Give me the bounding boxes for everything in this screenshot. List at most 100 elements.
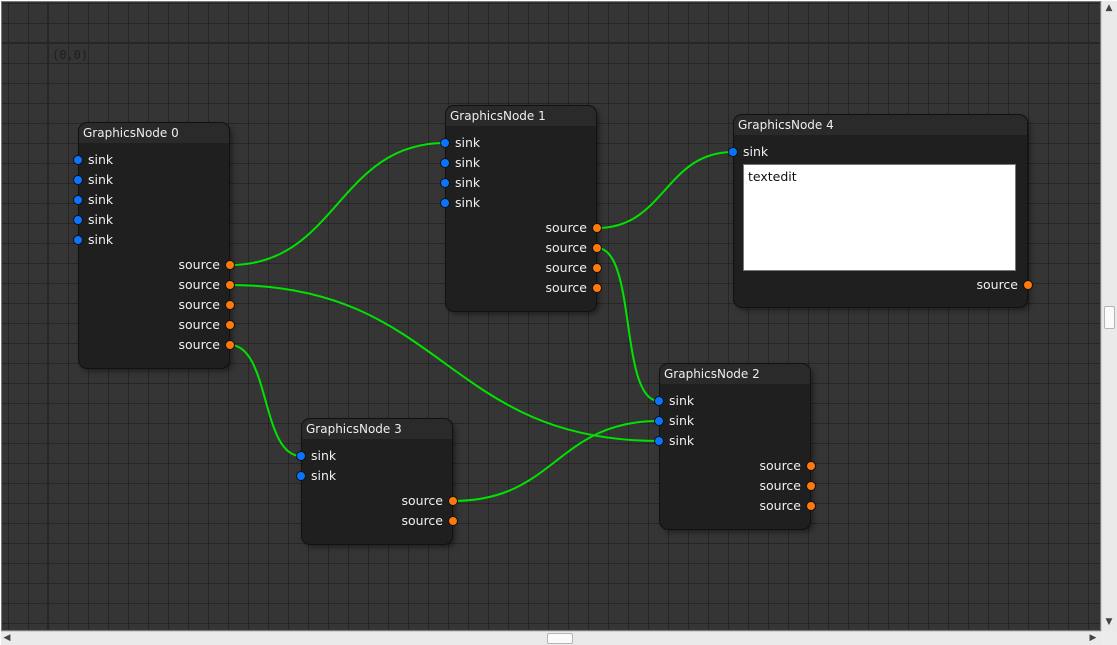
source-port: source [506, 278, 602, 298]
port-label: sink [88, 212, 114, 227]
sink-port-dot[interactable] [728, 147, 738, 157]
graphics-node-2[interactable]: GraphicsNode 2 sink sink sink source sou… [654, 364, 816, 529]
node-title[interactable]: GraphicsNode 1 [446, 106, 596, 126]
source-port-dot[interactable] [448, 516, 458, 526]
connection-edge[interactable] [596, 151, 734, 229]
source-port: source [139, 315, 235, 335]
source-port: source [506, 258, 602, 278]
sink-port-dot[interactable] [440, 158, 450, 168]
graphics-node-3[interactable]: GraphicsNode 3 sink sink source source [296, 419, 458, 544]
graphics-node-0[interactable]: GraphicsNode 0 sink sink sink sink sink … [73, 123, 235, 368]
source-port-dot[interactable] [225, 260, 235, 270]
x-axis-line [2, 42, 1100, 44]
graphics-node-1[interactable]: GraphicsNode 1 sink sink sink sink sourc… [440, 106, 602, 311]
vertical-scroll-thumb[interactable] [1104, 306, 1115, 329]
sink-port-dot[interactable] [73, 235, 83, 245]
node-title[interactable]: GraphicsNode 4 [734, 115, 1027, 135]
horizontal-scrollbar[interactable]: ◀ ▶ [1, 631, 1101, 645]
textedit-field[interactable]: textedit [743, 164, 1016, 271]
port-label: sink [455, 135, 481, 150]
source-port: source [139, 275, 235, 295]
port-label: sink [88, 172, 114, 187]
horizontal-scroll-thumb[interactable] [547, 633, 573, 644]
source-port-dot[interactable] [592, 223, 602, 233]
sink-port-dot[interactable] [654, 416, 664, 426]
port-label: source [545, 280, 587, 295]
source-port: source [139, 255, 235, 275]
port-label: sink [311, 448, 337, 463]
port-label: source [759, 458, 801, 473]
node-title[interactable]: GraphicsNode 2 [660, 364, 810, 384]
port-label: source [178, 337, 220, 352]
source-port-dot[interactable] [592, 263, 602, 273]
source-port-dot[interactable] [1023, 280, 1033, 290]
port-label: sink [455, 195, 481, 210]
connection-edge[interactable] [596, 247, 660, 402]
node-title[interactable]: GraphicsNode 0 [79, 123, 229, 143]
vertical-scrollbar[interactable]: ▲ ▼ [1101, 1, 1117, 631]
source-port-dot[interactable] [806, 501, 816, 511]
source-port: source [720, 496, 816, 516]
source-port: source [139, 335, 235, 355]
connection-edge[interactable] [452, 420, 660, 502]
connection-edge[interactable] [229, 142, 446, 266]
source-port-dot[interactable] [806, 461, 816, 471]
sink-port-dot[interactable] [73, 175, 83, 185]
port-label: source [545, 240, 587, 255]
graphics-node-4[interactable]: GraphicsNode 4 sink textedit source [728, 115, 1033, 307]
source-port: source [506, 238, 602, 258]
scrollbar-corner [1101, 631, 1117, 645]
scroll-right-arrow-icon[interactable]: ▶ [1087, 631, 1099, 645]
port-label: sink [455, 175, 481, 190]
scroll-down-arrow-icon[interactable]: ▼ [1103, 615, 1115, 629]
scroll-up-arrow-icon[interactable]: ▲ [1103, 1, 1115, 15]
sink-port-dot[interactable] [440, 138, 450, 148]
source-port-dot[interactable] [448, 496, 458, 506]
sink-port-dot[interactable] [440, 198, 450, 208]
port-label: sink [669, 393, 695, 408]
connection-edge[interactable] [229, 284, 660, 442]
source-port: source [362, 511, 458, 531]
port-label: source [178, 297, 220, 312]
port-label: sink [88, 232, 114, 247]
source-port-dot[interactable] [225, 340, 235, 350]
port-label: source [401, 493, 443, 508]
port-label: source [178, 257, 220, 272]
port-label: source [178, 317, 220, 332]
sink-port-dot[interactable] [296, 471, 306, 481]
sink-port-dot[interactable] [73, 195, 83, 205]
port-label: sink [455, 155, 481, 170]
port-label: sink [311, 468, 337, 483]
scroll-left-arrow-icon[interactable]: ◀ [1, 631, 13, 645]
port-label: source [401, 513, 443, 528]
sink-port-dot[interactable] [654, 436, 664, 446]
node-title[interactable]: GraphicsNode 3 [302, 419, 452, 439]
source-port-dot[interactable] [225, 320, 235, 330]
y-axis-line [47, 2, 49, 630]
source-port-dot[interactable] [806, 481, 816, 491]
origin-label: (0,0) [52, 48, 89, 62]
sink-port-dot[interactable] [73, 155, 83, 165]
connection-edge[interactable] [229, 344, 302, 457]
sink-port-dot[interactable] [440, 178, 450, 188]
port-label: source [976, 277, 1018, 292]
node-editor-canvas[interactable]: (0,0) GraphicsNode 0 sink sink sink sink… [1, 1, 1101, 631]
source-port-dot[interactable] [592, 243, 602, 253]
source-port: source [937, 275, 1033, 295]
port-label: source [759, 478, 801, 493]
port-label: sink [88, 192, 114, 207]
source-port-dot[interactable] [225, 300, 235, 310]
source-port: source [720, 456, 816, 476]
source-port: source [720, 476, 816, 496]
port-label: sink [669, 413, 695, 428]
port-label: sink [88, 152, 114, 167]
port-label: sink [669, 433, 695, 448]
sink-port-dot[interactable] [73, 215, 83, 225]
source-port-dot[interactable] [592, 283, 602, 293]
source-port-dot[interactable] [225, 280, 235, 290]
source-port: source [506, 218, 602, 238]
sink-port-dot[interactable] [296, 451, 306, 461]
sink-port-dot[interactable] [654, 396, 664, 406]
port-label: source [545, 260, 587, 275]
port-label: sink [743, 144, 769, 159]
